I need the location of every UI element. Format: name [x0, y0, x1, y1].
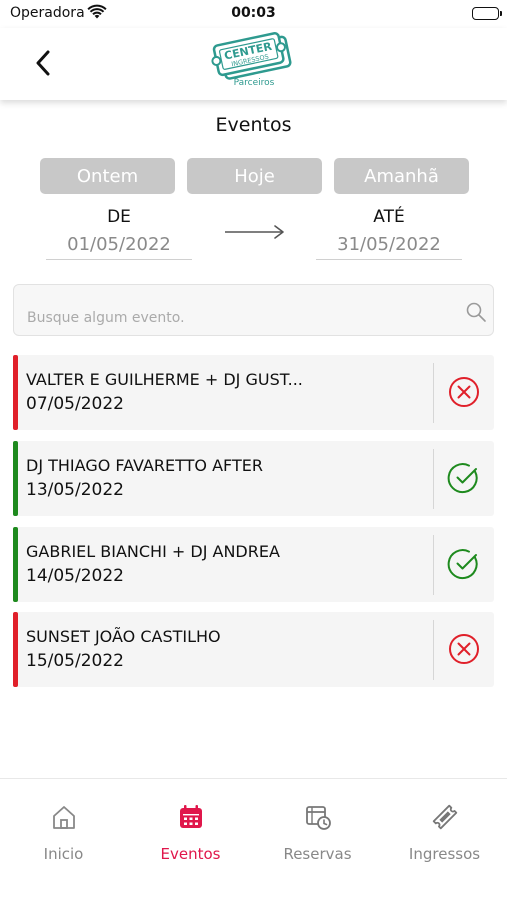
today-button[interactable]: Hoje: [187, 158, 322, 194]
tab-label: Ingressos: [408, 845, 481, 863]
reservation-icon: [305, 806, 331, 830]
x-circle-icon[interactable]: [447, 632, 481, 666]
card-divider: [433, 620, 434, 680]
event-name: SUNSET JOÃO CASTILHO: [26, 627, 221, 646]
status-bar-indicator: [13, 441, 18, 516]
back-button[interactable]: [28, 46, 58, 80]
clock: 00:03: [231, 5, 276, 21]
search-icon: [466, 302, 486, 322]
event-date: 15/05/2022: [26, 651, 124, 671]
status-bar-indicator: [13, 527, 18, 602]
calendar-icon: [179, 805, 202, 828]
to-date-label: ATÉ: [373, 207, 405, 227]
tab-reservas[interactable]: Reservas: [254, 779, 381, 879]
battery-icon: [472, 7, 502, 20]
tab-inicio[interactable]: Inicio: [0, 779, 127, 879]
tab-label: Reservas: [283, 845, 352, 863]
card-divider: [433, 449, 434, 509]
status-bar: Operadora 00:03: [0, 0, 507, 28]
to-date-field[interactable]: 31/05/2022: [316, 232, 462, 260]
tab-label: Eventos: [160, 845, 221, 863]
logo-caption: Parceiros: [233, 78, 275, 88]
event-card[interactable]: VALTER E GUILHERME + DJ GUST... 07/05/20…: [13, 355, 494, 430]
event-date: 14/05/2022: [26, 566, 124, 586]
x-circle-icon[interactable]: [447, 375, 481, 409]
event-name: DJ THIAGO FAVARETTO AFTER: [26, 456, 263, 475]
home-icon: [52, 806, 75, 829]
app-screen: Operadora 00:03 CENTER INGRESSOS Parceir…: [0, 0, 507, 900]
chevron-left-icon: [36, 50, 50, 76]
ticket-icon: [432, 804, 457, 830]
event-card[interactable]: GABRIEL BIANCHI + DJ ANDREA 14/05/2022: [13, 527, 494, 602]
page-title: Eventos: [215, 114, 292, 136]
search-placeholder: Busque algum evento.: [27, 310, 185, 326]
tab-label: Inicio: [43, 845, 84, 863]
from-date-field[interactable]: 01/05/2022: [46, 232, 192, 260]
app-header: CENTER INGRESSOS Parceiros: [0, 28, 507, 100]
bottom-tab-bar: Inicio Eventos Reservas Ingressos: [0, 778, 507, 900]
event-date: 07/05/2022: [26, 394, 124, 414]
card-divider: [433, 363, 434, 423]
tab-ingressos[interactable]: Ingressos: [381, 779, 507, 879]
status-bar-indicator: [13, 612, 18, 687]
arrow-right-icon: [224, 222, 286, 246]
event-card[interactable]: SUNSET JOÃO CASTILHO 15/05/2022: [13, 612, 494, 687]
center-ingressos-logo: CENTER INGRESSOS Parceiros: [208, 29, 300, 91]
card-divider: [433, 535, 434, 595]
search-input[interactable]: Busque algum evento.: [13, 284, 494, 336]
event-card[interactable]: DJ THIAGO FAVARETTO AFTER 13/05/2022: [13, 441, 494, 516]
yesterday-button[interactable]: Ontem: [40, 158, 175, 194]
from-date-label: DE: [107, 207, 131, 227]
event-name: GABRIEL BIANCHI + DJ ANDREA: [26, 542, 280, 561]
check-circle-icon[interactable]: [447, 461, 481, 495]
event-date: 13/05/2022: [26, 480, 124, 500]
check-circle-icon[interactable]: [447, 547, 481, 581]
tab-eventos[interactable]: Eventos: [127, 779, 254, 879]
tomorrow-button[interactable]: Amanhã: [334, 158, 469, 194]
event-name: VALTER E GUILHERME + DJ GUST...: [26, 370, 303, 389]
status-bar-indicator: [13, 355, 18, 430]
